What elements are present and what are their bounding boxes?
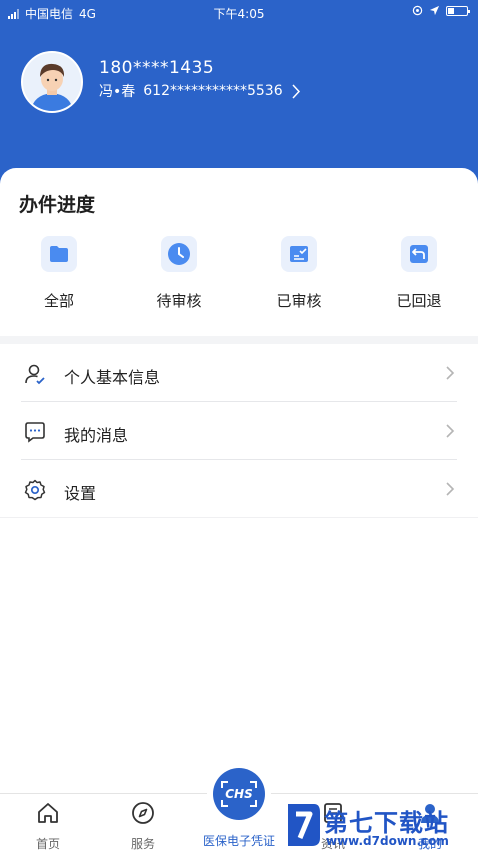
progress-all[interactable]: 全部 [4,236,114,311]
user-phone: 180****1435 [99,58,215,78]
location-icon [429,5,440,16]
menu-label-personal-info: 个人基本信息 [64,368,161,387]
menu-label-settings: 设置 [64,484,97,503]
progress-all-label: 全部 [43,292,74,310]
clock-icon [161,236,197,272]
folder-icon [41,236,77,272]
watermark: 第七下载站 www.d7down.com [284,800,478,850]
status-time: 下午4:05 [213,7,265,21]
scan-frame-icon [221,781,257,807]
compass-icon [132,802,154,824]
chevron-right-icon [446,424,455,438]
reviewed-doc-icon [281,236,317,272]
user-info-row[interactable]: 冯•春 612***********5536 [99,81,301,101]
chevron-right-icon [292,83,300,99]
section-gap [0,336,478,344]
chs-scan-icon: CHS [213,768,265,820]
avatar-image [23,53,81,111]
progress-reviewed-label: 已审核 [276,292,322,310]
chevron-right-icon [446,482,455,496]
progress-reviewed[interactable]: 已审核 [244,236,354,311]
menu-item-messages[interactable]: 我的消息 [0,402,478,460]
status-right [412,5,470,16]
user-check-icon [25,364,45,385]
return-arrow-icon [401,236,437,272]
avatar[interactable] [21,51,83,113]
watermark-title: 第七下载站 [324,809,449,837]
tab-services-label: 服务 [130,837,155,850]
menu-item-personal-info[interactable]: 个人基本信息 [0,344,478,402]
tab-services[interactable]: 服务 [103,800,183,850]
chevron-right-icon [446,366,455,380]
progress-pending[interactable]: 待审核 [124,236,234,311]
menu-item-settings[interactable]: 设置 [0,460,478,518]
tab-home[interactable]: 首页 [8,800,88,850]
user-name: 冯•春 [99,84,136,100]
message-icon [25,422,45,443]
profile-header: 中国电信 4G 下午4:05 180****1435 冯•春 612******… [0,0,478,195]
user-id-number: 612***********5536 [143,83,283,99]
tab-home-label: 首页 [35,837,60,850]
menu-bottom-divider [0,517,478,518]
watermark-url: www.d7down.com [326,834,449,848]
orientation-lock-icon [412,5,423,16]
progress-returned-label: 已回退 [396,292,442,310]
progress-returned[interactable]: 已回退 [364,236,474,311]
gear-icon [24,479,46,501]
progress-title: 办件进度 [19,194,96,216]
battery-icon [446,5,470,16]
watermark-logo-icon [288,804,320,846]
tab-medical-code-label[interactable]: 医保电子凭证 [190,832,288,849]
progress-card: 办件进度 全部 待审核 已审核 已回退 [0,168,478,336]
medical-insurance-code-button[interactable]: CHS [207,762,271,826]
menu-label-messages: 我的消息 [64,426,129,445]
progress-pending-label: 待审核 [156,292,202,310]
home-icon [38,803,58,823]
status-bar: 中国电信 4G 下午4:05 [0,0,478,24]
